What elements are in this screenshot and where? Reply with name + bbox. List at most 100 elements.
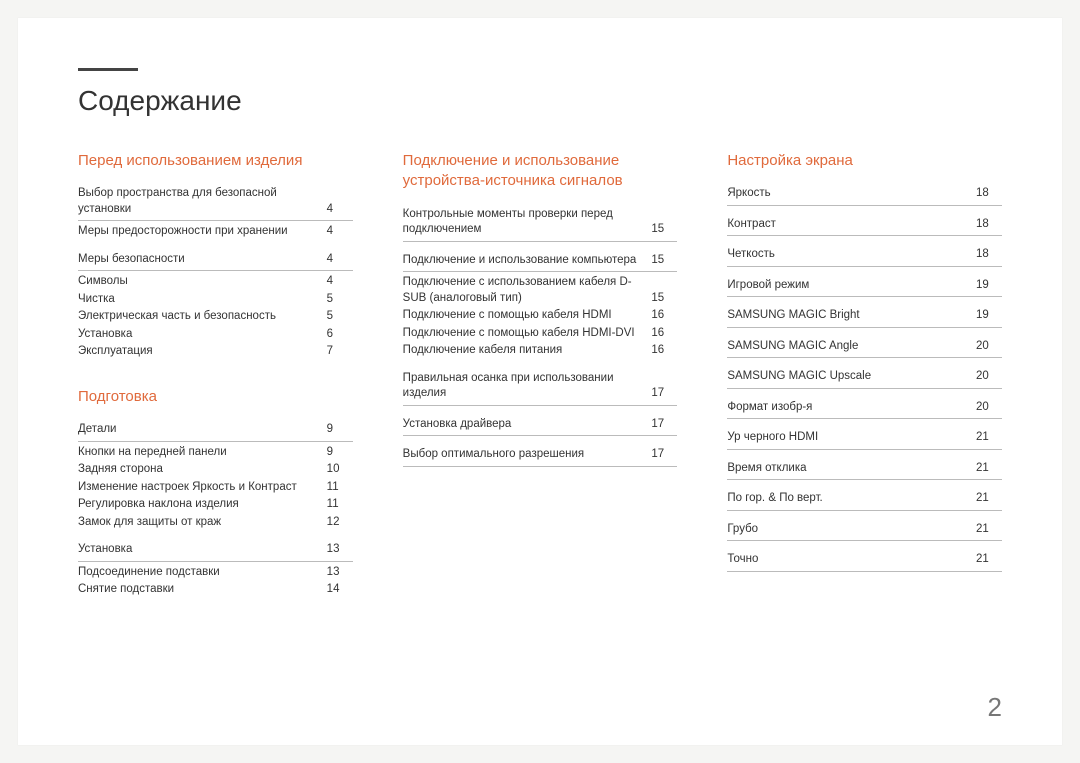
toc-head-row[interactable]: Установка драйвера17 — [403, 416, 678, 437]
toc-sub-row[interactable]: Кнопки на передней панели9 — [78, 444, 353, 462]
toc-label: Контраст — [727, 217, 976, 233]
toc-label: Электрическая часть и безопасность — [78, 309, 327, 325]
toc-head-row[interactable]: Грубо21 — [727, 521, 1002, 542]
toc-label: SAMSUNG MAGIC Upscale — [727, 369, 976, 385]
toc-group: Четкость18 — [727, 246, 1002, 267]
toc-label: Регулировка наклона изделия — [78, 497, 327, 513]
toc-head-row[interactable]: По гор. & По верт.21 — [727, 490, 1002, 511]
toc-label: Выбор оптимального разрешения — [403, 447, 652, 463]
toc-head-row[interactable]: Яркость18 — [727, 185, 1002, 206]
toc-label: Кнопки на передней панели — [78, 445, 327, 461]
page: Содержание Перед использованием изделияВ… — [18, 18, 1062, 745]
toc-page: 15 — [651, 253, 677, 269]
toc-head-row[interactable]: SAMSUNG MAGIC Upscale20 — [727, 368, 1002, 389]
toc-sub-row[interactable]: Подключение с использованием кабеля D-SU… — [403, 274, 678, 307]
toc-page: 16 — [651, 308, 677, 324]
toc-head-row[interactable]: SAMSUNG MAGIC Angle20 — [727, 338, 1002, 359]
toc-page: 17 — [651, 417, 677, 433]
toc-label: Установка — [78, 542, 327, 558]
toc-group: Подключение и использование компьютера15… — [403, 252, 678, 360]
toc-group: Контрольные моменты проверки перед подкл… — [403, 206, 678, 242]
toc-group: Установка драйвера17 — [403, 416, 678, 437]
toc-group: SAMSUNG MAGIC Angle20 — [727, 338, 1002, 359]
toc-head-row[interactable]: Выбор оптимального разрешения17 — [403, 446, 678, 467]
toc-sub-row[interactable]: Регулировка наклона изделия11 — [78, 496, 353, 514]
toc-head-row[interactable]: Подключение и использование компьютера15 — [403, 252, 678, 273]
toc-sub-row[interactable]: Задняя сторона10 — [78, 461, 353, 479]
toc-head-row[interactable]: Четкость18 — [727, 246, 1002, 267]
toc-group: Точно21 — [727, 551, 1002, 572]
toc-head-row[interactable]: Формат изобр-я20 — [727, 399, 1002, 420]
page-number: 2 — [988, 692, 1002, 723]
toc-sub-row[interactable]: Замок для защиты от краж12 — [78, 514, 353, 532]
toc-label: Яркость — [727, 186, 976, 202]
toc-label: Меры предосторожности при хранении — [78, 224, 327, 240]
toc-sub-row[interactable]: Эксплуатация7 — [78, 343, 353, 361]
toc-head-row[interactable]: Ур черного HDMI21 — [727, 429, 1002, 450]
toc-page: 15 — [651, 222, 677, 238]
toc-head-row[interactable]: Установка13 — [78, 541, 353, 562]
toc-sub-row[interactable]: Подключение с помощью кабеля HDMI16 — [403, 307, 678, 325]
toc-head-row[interactable]: Игровой режим19 — [727, 277, 1002, 298]
toc-label: Выбор пространства для безопасной устано… — [78, 186, 327, 217]
toc-head-row[interactable]: Контрольные моменты проверки перед подкл… — [403, 206, 678, 242]
toc-page: 18 — [976, 247, 1002, 263]
toc-sub-row[interactable]: Символы4 — [78, 273, 353, 291]
toc-page: 10 — [327, 462, 353, 478]
toc-head-row[interactable]: SAMSUNG MAGIC Bright19 — [727, 307, 1002, 328]
toc-page: 19 — [976, 308, 1002, 324]
toc-page: 12 — [327, 515, 353, 531]
toc-sub-row[interactable]: Снятие подставки14 — [78, 581, 353, 599]
toc-page: 21 — [976, 430, 1002, 446]
toc-page: 7 — [327, 344, 353, 360]
toc-sub-row[interactable]: Электрическая часть и безопасность5 — [78, 308, 353, 326]
toc-label: Грубо — [727, 522, 976, 538]
toc-head-row[interactable]: Контраст18 — [727, 216, 1002, 237]
toc-columns: Перед использованием изделия Выбор простр… — [78, 151, 1002, 609]
section-title: Настройка экрана — [727, 151, 1002, 171]
toc-group: Выбор пространства для безопасной устано… — [78, 185, 353, 241]
toc-head-row[interactable]: Меры безопасности4 — [78, 251, 353, 272]
toc-label: Четкость — [727, 247, 976, 263]
toc-label: SAMSUNG MAGIC Bright — [727, 308, 976, 324]
toc-label: Изменение настроек Яркость и Контраст — [78, 480, 327, 496]
toc-page: 16 — [651, 343, 677, 359]
toc-label: Формат изобр-я — [727, 400, 976, 416]
toc-sub-row[interactable]: Подключение кабеля питания16 — [403, 342, 678, 360]
toc-label: Игровой режим — [727, 278, 976, 294]
toc-column: Подключение и использование устройства-и… — [403, 151, 678, 609]
toc-column: Настройка экранаЯркость18Контраст18Четко… — [727, 151, 1002, 609]
toc-head-row[interactable]: Время отклика21 — [727, 460, 1002, 481]
toc-sub-row[interactable]: Меры предосторожности при хранении4 — [78, 223, 353, 241]
toc-label: Детали — [78, 422, 327, 438]
toc-page: 19 — [976, 278, 1002, 294]
toc-head-row[interactable]: Точно21 — [727, 551, 1002, 572]
toc-page: 9 — [327, 422, 353, 438]
section-title: Перед использованием изделия — [78, 151, 353, 171]
toc-label: Подключение кабеля питания — [403, 343, 652, 359]
toc-sub-row[interactable]: Подключение с помощью кабеля HDMI-DVI16 — [403, 325, 678, 343]
toc-head-row[interactable]: Выбор пространства для безопасной устано… — [78, 185, 353, 221]
toc-group: SAMSUNG MAGIC Bright19 — [727, 307, 1002, 328]
toc-page: 17 — [651, 447, 677, 463]
toc-group: Игровой режим19 — [727, 277, 1002, 298]
toc-page: 21 — [976, 552, 1002, 568]
toc-sub-row[interactable]: Изменение настроек Яркость и Контраст11 — [78, 479, 353, 497]
toc-head-row[interactable]: Детали9 — [78, 421, 353, 442]
toc-sub-row[interactable]: Чистка5 — [78, 291, 353, 309]
toc-label: Время отклика — [727, 461, 976, 477]
toc-page: 18 — [976, 186, 1002, 202]
toc-page: 14 — [327, 582, 353, 598]
toc-head-row[interactable]: Правильная осанка при использовании изде… — [403, 370, 678, 406]
toc-group: Детали9Кнопки на передней панели9Задняя … — [78, 421, 353, 531]
toc-label: Подключение с использованием кабеля D-SU… — [403, 275, 652, 306]
toc-page: 13 — [327, 565, 353, 581]
section-title: Подготовка — [78, 387, 353, 407]
toc-label: Эксплуатация — [78, 344, 327, 360]
toc-label: Подсоединение подставки — [78, 565, 327, 581]
toc-label: Символы — [78, 274, 327, 290]
toc-label: SAMSUNG MAGIC Angle — [727, 339, 976, 355]
toc-sub-row[interactable]: Установка6 — [78, 326, 353, 344]
toc-sub-row[interactable]: Подсоединение подставки13 — [78, 564, 353, 582]
toc-group: Установка13Подсоединение подставки13Снят… — [78, 541, 353, 599]
